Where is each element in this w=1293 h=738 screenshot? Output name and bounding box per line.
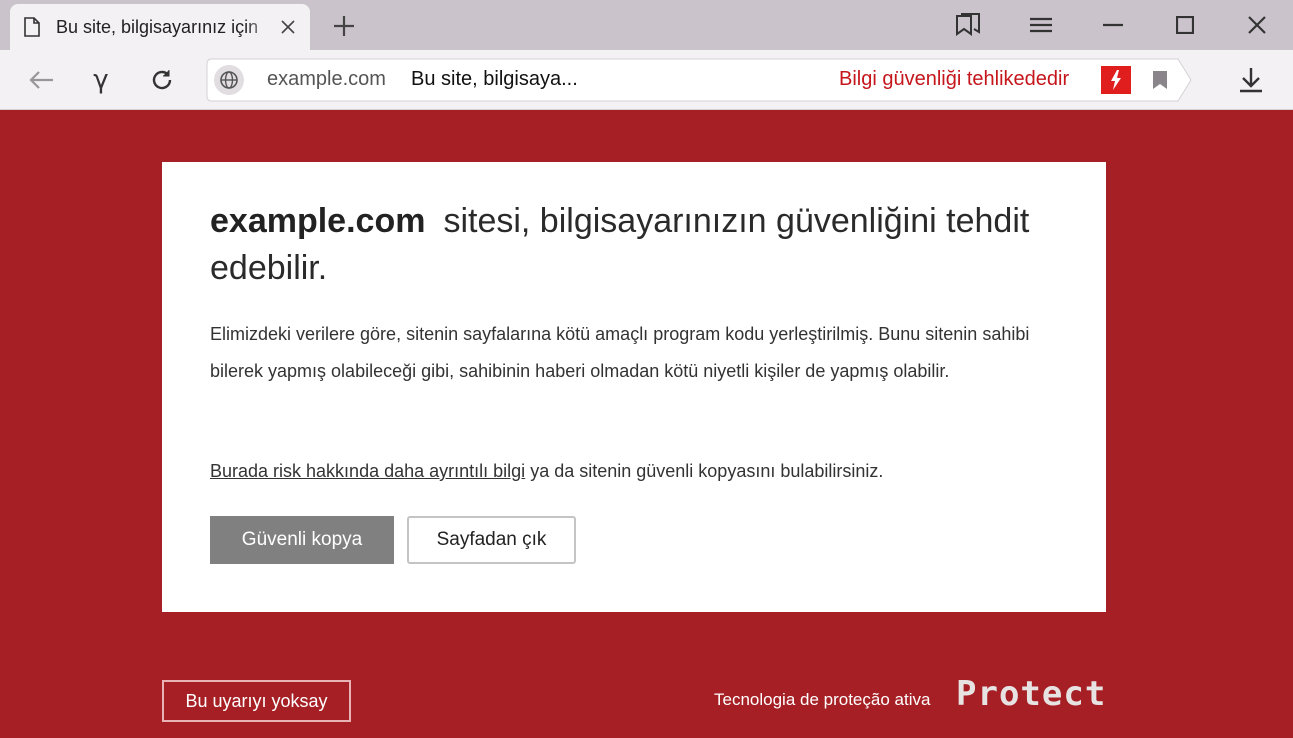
bookmark-icon[interactable] [1151, 68, 1169, 92]
warning-heading: example.com sitesi, bilgisayarınızın güve… [210, 198, 1070, 292]
minimize-icon[interactable] [1097, 10, 1129, 40]
bookmarks-icon[interactable] [952, 10, 984, 40]
heading-domain: example.com [210, 202, 426, 240]
security-warning-label[interactable]: Bilgi güvenliği tehlikededir [839, 68, 1069, 91]
warning-description: Elimizdeki verilere göre, sitenin sayfal… [210, 324, 1030, 381]
close-icon[interactable] [278, 17, 298, 37]
address-page-title: Bu site, bilgisaya... [411, 68, 578, 90]
yandex-logo-icon[interactable]: γ [84, 64, 118, 96]
tab-strip: Bu site, bilgisayarınız için [0, 0, 1293, 50]
hamburger-menu-icon[interactable] [1025, 10, 1057, 40]
tab-active[interactable]: Bu site, bilgisayarınız için [10, 4, 310, 50]
document-icon [24, 16, 44, 38]
warning-card: example.com sitesi, bilgisayarınızın güve… [162, 162, 1106, 612]
leave-page-button[interactable]: Sayfadan çık [407, 516, 576, 564]
protect-logo: Protect [956, 674, 1107, 714]
maximize-icon[interactable] [1169, 10, 1201, 40]
protection-technology-text: Tecnologia de proteção ativa [714, 690, 931, 709]
address-domain: example.com [267, 68, 386, 90]
flash-icon[interactable] [1101, 66, 1131, 94]
ignore-warning-button[interactable]: Bu uyarıyı yoksay [162, 680, 351, 722]
safe-copy-button[interactable]: Güvenli kopya [210, 516, 394, 564]
reload-icon[interactable] [145, 64, 179, 96]
globe-icon[interactable] [214, 65, 244, 95]
back-arrow-icon[interactable] [24, 64, 58, 96]
risk-info-suffix: ya da sitenin güvenli kopyasını bulabili… [525, 461, 884, 481]
download-icon[interactable] [1234, 64, 1268, 96]
window-close-icon[interactable] [1241, 10, 1273, 40]
address-bar[interactable]: example.com Bu site, bilgisaya... Bilgi … [206, 58, 1192, 102]
tab-title: Bu site, bilgisayarınız için [56, 16, 259, 37]
risk-info-line: Burada risk hakkında daha ayrıntılı bilg… [210, 458, 1070, 484]
plus-icon[interactable] [330, 12, 358, 40]
risk-details-link[interactable]: Burada risk hakkında daha ayrıntılı bilg… [210, 461, 525, 481]
navigation-toolbar: γ example.com Bu site, bilgisaya... Bilg… [0, 50, 1293, 110]
